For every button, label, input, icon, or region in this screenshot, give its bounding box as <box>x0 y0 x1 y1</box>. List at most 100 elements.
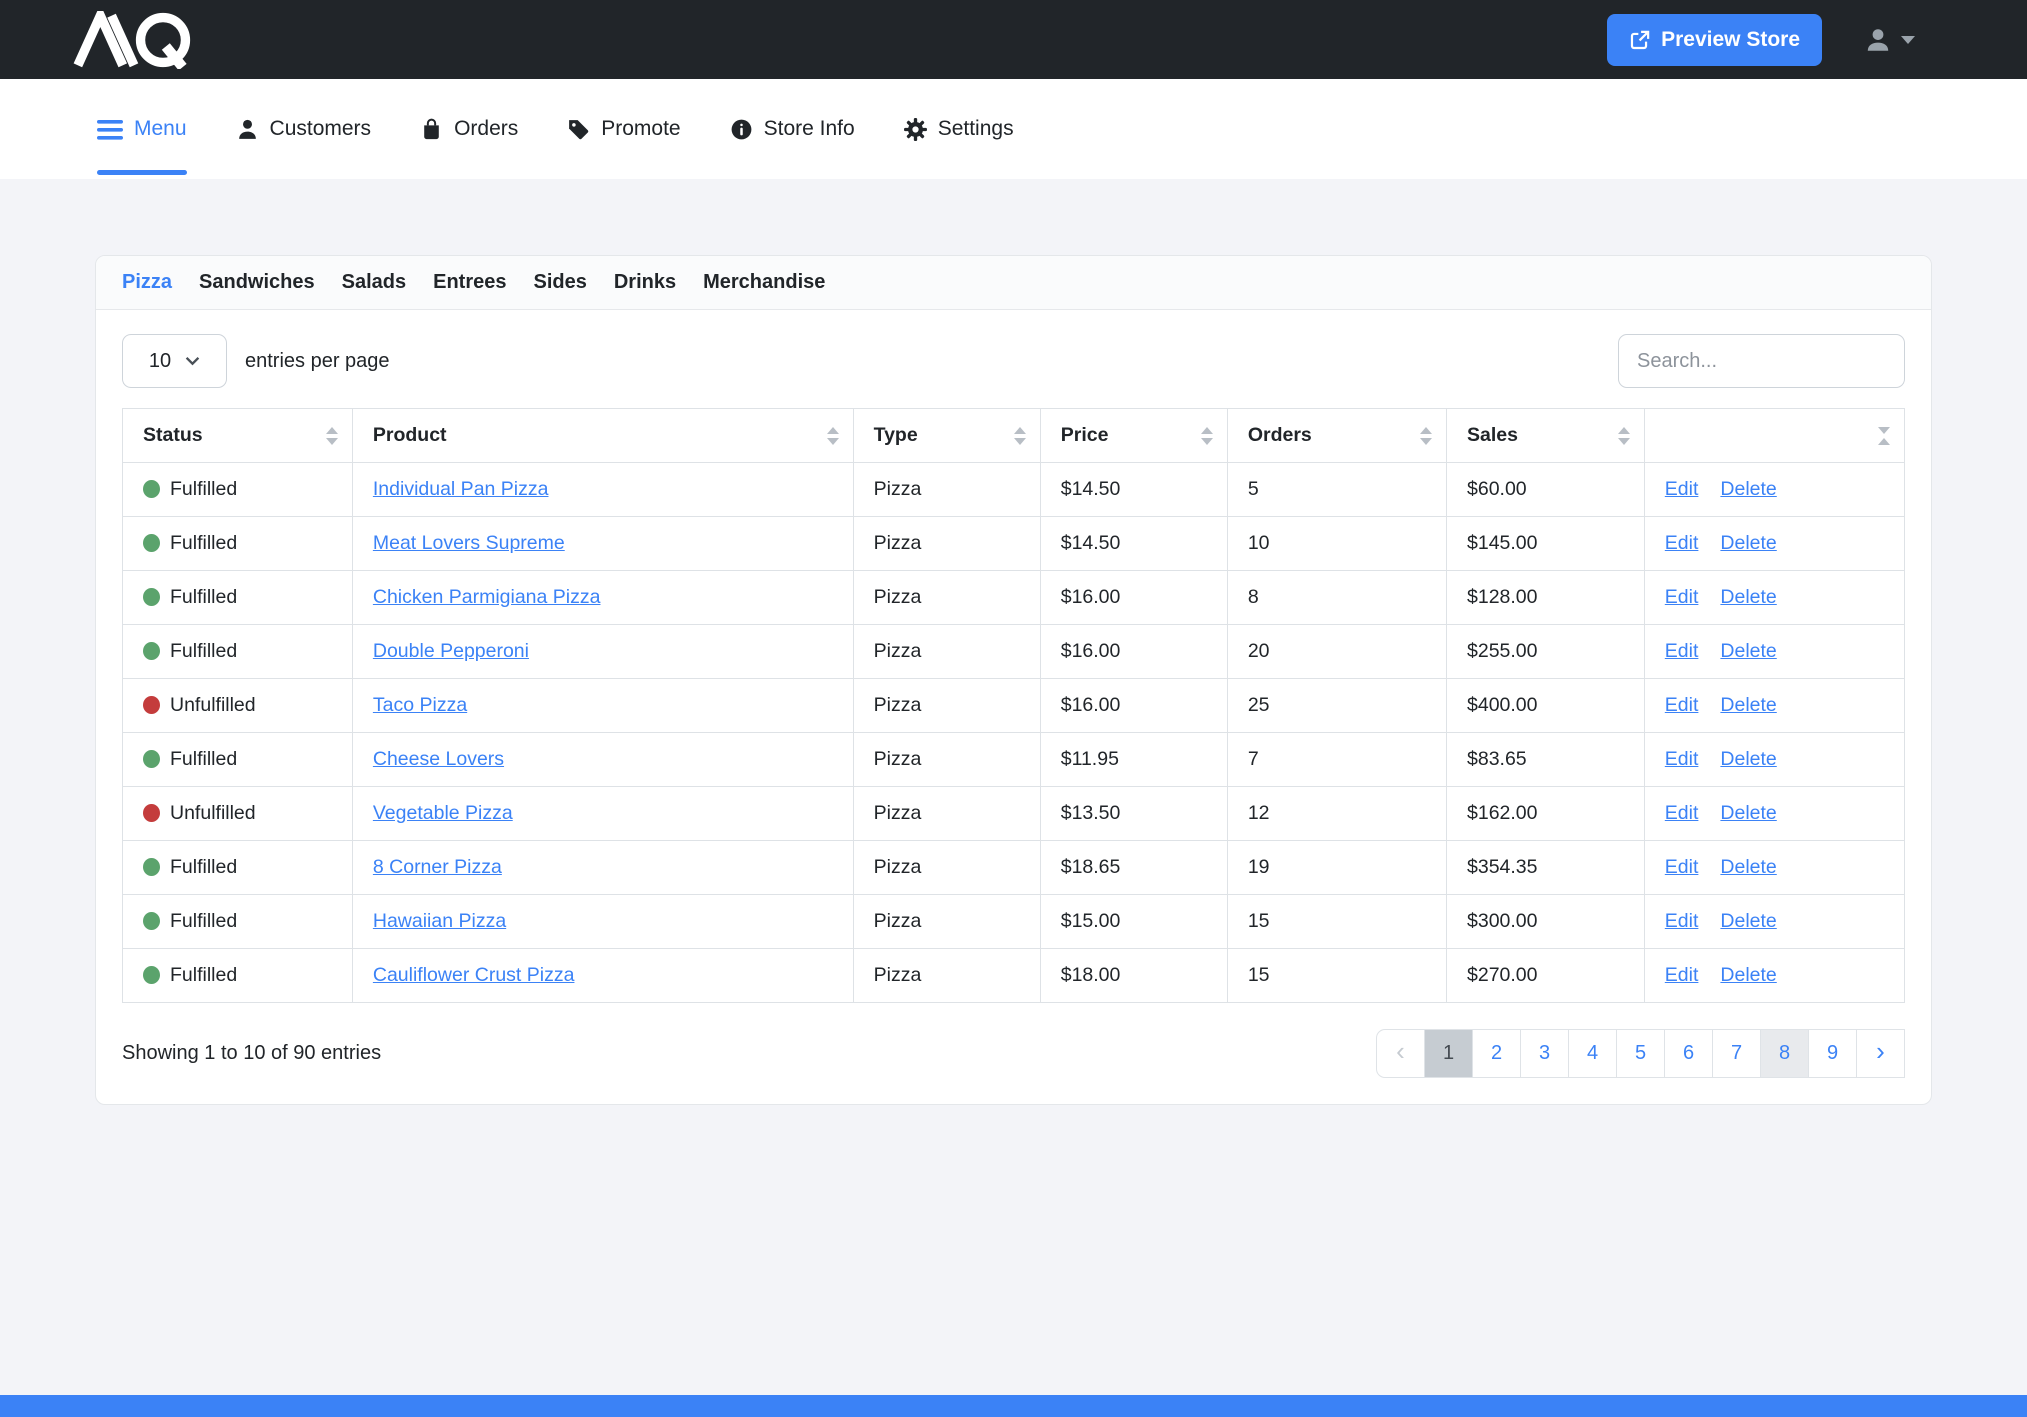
edit-link[interactable]: Edit <box>1665 532 1699 554</box>
edit-link[interactable]: Edit <box>1665 694 1699 716</box>
edit-link[interactable]: Edit <box>1665 640 1699 662</box>
search-input[interactable] <box>1618 334 1905 388</box>
product-cell: Meat Lovers Supreme <box>352 517 853 571</box>
status-cell: Fulfilled <box>123 949 353 1003</box>
page-button[interactable]: 8 <box>1760 1029 1809 1078</box>
preview-store-button[interactable]: Preview Store <box>1607 14 1822 66</box>
category-tab[interactable]: Sandwiches <box>199 271 315 294</box>
nav-item-customers[interactable]: Customers <box>235 79 372 179</box>
product-link[interactable]: Cheese Lovers <box>373 748 504 770</box>
delete-link[interactable]: Delete <box>1720 802 1776 824</box>
table-row: Fulfilled Cheese Lovers Pizza $11.95 7 $… <box>123 733 1905 787</box>
table-row: Fulfilled Individual Pan Pizza Pizza $14… <box>123 463 1905 517</box>
table-controls: 10 entries per page <box>96 310 1931 408</box>
nav-item-orders[interactable]: Orders <box>419 79 518 179</box>
delete-link[interactable]: Delete <box>1720 910 1776 932</box>
category-tab[interactable]: Entrees <box>433 271 506 294</box>
nav-item-menu[interactable]: Menu <box>97 79 187 179</box>
edit-link[interactable]: Edit <box>1665 748 1699 770</box>
product-link[interactable]: Vegetable Pizza <box>373 802 513 824</box>
nav-item-settings[interactable]: Settings <box>903 79 1014 179</box>
price-cell: $11.95 <box>1040 733 1227 787</box>
tag-icon <box>566 117 591 142</box>
product-link[interactable]: Individual Pan Pizza <box>373 478 549 500</box>
column-header-actions[interactable] <box>1644 409 1904 463</box>
column-header-status[interactable]: Status <box>123 409 353 463</box>
actions-cell: Edit Delete <box>1644 949 1904 1003</box>
main-nav: Menu Customers Orders Promote <box>0 79 2027 179</box>
info-circle-icon <box>729 117 754 142</box>
page-button[interactable]: 5 <box>1616 1029 1665 1078</box>
type-cell: Pizza <box>853 895 1040 949</box>
showing-entries-text: Showing 1 to 10 of 90 entries <box>122 1042 381 1065</box>
user-menu[interactable] <box>1864 26 1915 54</box>
page-button[interactable]: 6 <box>1664 1029 1713 1078</box>
brand-logo[interactable] <box>70 11 198 69</box>
product-link[interactable]: 8 Corner Pizza <box>373 856 502 878</box>
sort-icon <box>1420 427 1432 445</box>
delete-link[interactable]: Delete <box>1720 694 1776 716</box>
product-link[interactable]: Hawaiian Pizza <box>373 910 506 932</box>
page-button[interactable]: › <box>1856 1029 1905 1078</box>
nav-item-label: Promote <box>601 117 680 141</box>
menu-table-wrap: Status Product Type Price <box>96 408 1931 1003</box>
status-label: Fulfilled <box>170 748 237 770</box>
delete-link[interactable]: Delete <box>1720 640 1776 662</box>
delete-link[interactable]: Delete <box>1720 856 1776 878</box>
edit-link[interactable]: Edit <box>1665 478 1699 500</box>
category-tab[interactable]: Sides <box>534 271 587 294</box>
price-cell: $16.00 <box>1040 679 1227 733</box>
product-link[interactable]: Cauliflower Crust Pizza <box>373 964 575 986</box>
column-header-price[interactable]: Price <box>1040 409 1227 463</box>
status-cell: Unfulfilled <box>123 787 353 841</box>
actions-cell: Edit Delete <box>1644 679 1904 733</box>
page-button[interactable]: ‹ <box>1376 1029 1425 1078</box>
edit-link[interactable]: Edit <box>1665 802 1699 824</box>
price-cell: $18.65 <box>1040 841 1227 895</box>
delete-link[interactable]: Delete <box>1720 964 1776 986</box>
actions-cell: Edit Delete <box>1644 517 1904 571</box>
actions-cell: Edit Delete <box>1644 895 1904 949</box>
status-dot <box>143 588 160 606</box>
delete-link[interactable]: Delete <box>1720 748 1776 770</box>
status-cell: Fulfilled <box>123 517 353 571</box>
page: Preview Store Menu <box>0 0 2027 1417</box>
nav-item-store-info[interactable]: Store Info <box>729 79 855 179</box>
page-button[interactable]: 3 <box>1520 1029 1569 1078</box>
status-cell: Fulfilled <box>123 895 353 949</box>
topbar: Preview Store <box>0 0 2027 79</box>
sales-cell: $255.00 <box>1447 625 1645 679</box>
category-tab[interactable]: Drinks <box>614 271 676 294</box>
product-link[interactable]: Meat Lovers Supreme <box>373 532 565 554</box>
edit-link[interactable]: Edit <box>1665 964 1699 986</box>
delete-link[interactable]: Delete <box>1720 532 1776 554</box>
category-tab[interactable]: Salads <box>342 271 406 294</box>
product-link[interactable]: Chicken Parmigiana Pizza <box>373 586 601 608</box>
sales-cell: $60.00 <box>1447 463 1645 517</box>
edit-link[interactable]: Edit <box>1665 856 1699 878</box>
page-button[interactable]: 1 <box>1424 1029 1473 1078</box>
orders-cell: 15 <box>1227 895 1446 949</box>
status-dot <box>143 480 160 498</box>
delete-link[interactable]: Delete <box>1720 586 1776 608</box>
status-label: Fulfilled <box>170 964 237 986</box>
column-header-product[interactable]: Product <box>352 409 853 463</box>
edit-link[interactable]: Edit <box>1665 586 1699 608</box>
page-button[interactable]: 4 <box>1568 1029 1617 1078</box>
edit-link[interactable]: Edit <box>1665 910 1699 932</box>
delete-link[interactable]: Delete <box>1720 478 1776 500</box>
category-tab[interactable]: Merchandise <box>703 271 825 294</box>
column-header-sales[interactable]: Sales <box>1447 409 1645 463</box>
product-cell: Taco Pizza <box>352 679 853 733</box>
product-link[interactable]: Taco Pizza <box>373 694 467 716</box>
page-size-select[interactable]: 10 <box>122 334 227 388</box>
page-button[interactable]: 2 <box>1472 1029 1521 1078</box>
category-tab[interactable]: Pizza <box>122 271 172 294</box>
page-button[interactable]: 7 <box>1712 1029 1761 1078</box>
page-button[interactable]: 9 <box>1808 1029 1857 1078</box>
nav-item-promote[interactable]: Promote <box>566 79 680 179</box>
column-header-type[interactable]: Type <box>853 409 1040 463</box>
status-label: Fulfilled <box>170 910 237 932</box>
column-header-orders[interactable]: Orders <box>1227 409 1446 463</box>
product-link[interactable]: Double Pepperoni <box>373 640 529 662</box>
